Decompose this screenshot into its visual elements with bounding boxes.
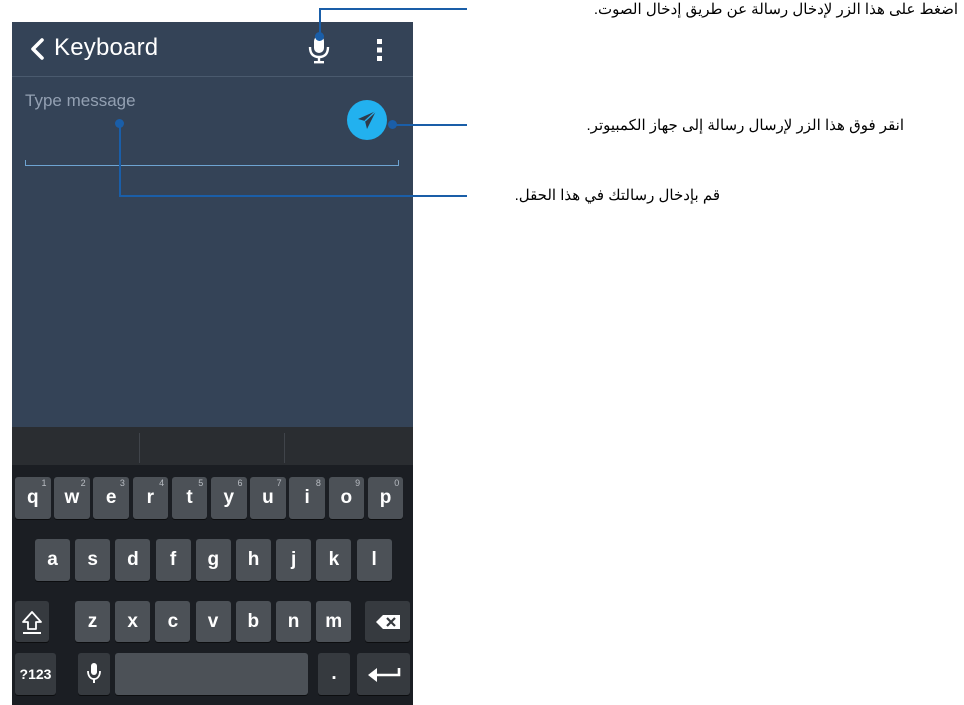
key-number-hint: 3	[119, 478, 125, 488]
key-label: r	[146, 487, 155, 508]
key-number-hint: 9	[355, 478, 361, 488]
enter-key[interactable]	[357, 653, 410, 695]
key-o[interactable]: o9	[328, 477, 365, 519]
voice-input-key[interactable]	[78, 653, 110, 695]
key-m[interactable]: m	[316, 601, 352, 642]
key-y[interactable]: y6	[211, 477, 247, 519]
message-input-underline	[25, 160, 399, 166]
key-label: e	[105, 487, 117, 508]
backspace-key[interactable]	[365, 601, 410, 642]
key-label: i	[304, 487, 310, 508]
phone-screen: Keyboard Type message q1w2e3r4t5y6u7i8o9…	[12, 22, 413, 705]
key-w[interactable]: w2	[54, 477, 90, 519]
key-number-hint: 1	[41, 478, 47, 488]
key-l[interactable]: l	[356, 539, 392, 581]
key-i[interactable]: i8	[289, 477, 325, 519]
key-j[interactable]: j	[276, 539, 312, 581]
callout-line-field	[119, 195, 467, 197]
key-p[interactable]: p0	[367, 477, 404, 519]
callout-text-send: انقر فوق هذا الزر لإرسال رسالة إلى جهاز …	[586, 117, 905, 134]
key-number-hint: 5	[198, 478, 204, 488]
key-x[interactable]: x	[115, 601, 151, 642]
key-b[interactable]: b	[235, 601, 271, 642]
key-q[interactable]: q1	[15, 477, 51, 519]
key-k[interactable]: k	[316, 539, 352, 581]
key-n[interactable]: n	[276, 601, 311, 642]
key-s[interactable]: s	[75, 539, 111, 581]
callout-line-send	[392, 124, 467, 126]
key-number-hint: 8	[315, 478, 321, 488]
suggestion-divider	[139, 433, 140, 463]
back-arrow-icon[interactable]	[26, 37, 50, 61]
callout-line-field	[119, 123, 121, 197]
key-d[interactable]: d	[115, 539, 151, 581]
space-bar[interactable]	[115, 653, 308, 695]
key-v[interactable]: v	[195, 601, 231, 642]
key-g[interactable]: g	[195, 539, 231, 581]
shift-icon	[22, 610, 42, 634]
suggestion-divider	[284, 433, 285, 463]
key-number-hint: 2	[80, 478, 86, 488]
shift-key[interactable]	[15, 601, 49, 642]
key-h[interactable]: h	[236, 539, 271, 581]
key-c[interactable]: c	[155, 601, 191, 642]
key-label: y	[223, 487, 235, 508]
callout-text-mic: اضغط على هذا الزر لإدخال رسالة عن طريق إ…	[593, 1, 958, 18]
symbols-key[interactable]: ?123	[15, 653, 56, 695]
key-number-hint: 4	[159, 478, 165, 488]
callout-line-mic	[319, 8, 467, 10]
send-button[interactable]	[347, 100, 387, 140]
key-f[interactable]: f	[155, 539, 191, 581]
key-label: p	[379, 487, 392, 508]
key-u[interactable]: u7	[250, 477, 286, 519]
microphone-icon	[87, 663, 101, 683]
period-key[interactable]: .	[318, 653, 350, 695]
overflow-menu-icon[interactable]	[370, 36, 390, 64]
key-label: o	[340, 487, 353, 508]
key-r[interactable]: r4	[132, 477, 169, 519]
key-t[interactable]: t5	[171, 477, 208, 519]
callout-line-mic	[319, 9, 321, 35]
keyboard: q1w2e3r4t5y6u7i8o9p0 asdfghjkl zxcvbnm ?…	[12, 427, 413, 705]
key-a[interactable]: a	[35, 539, 70, 581]
message-input[interactable]: Type message	[25, 91, 136, 111]
key-label: t	[186, 487, 193, 508]
key-label: w	[64, 487, 80, 508]
app-bar: Keyboard	[12, 22, 413, 77]
key-label: q	[26, 487, 39, 508]
key-number-hint: 6	[237, 478, 243, 488]
key-number-hint: 7	[276, 478, 282, 488]
key-e[interactable]: e3	[93, 477, 129, 519]
key-z[interactable]: z	[75, 601, 110, 642]
callout-text-field: قم بإدخال رسالتك في هذا الحقل.	[514, 187, 720, 204]
page-title: Keyboard	[54, 34, 159, 61]
enter-arrow-icon	[367, 668, 400, 682]
backspace-icon	[375, 614, 400, 629]
paper-plane-icon	[358, 110, 377, 129]
suggestion-strip[interactable]	[12, 427, 413, 465]
key-label: u	[262, 487, 274, 508]
key-number-hint: 0	[394, 478, 400, 488]
